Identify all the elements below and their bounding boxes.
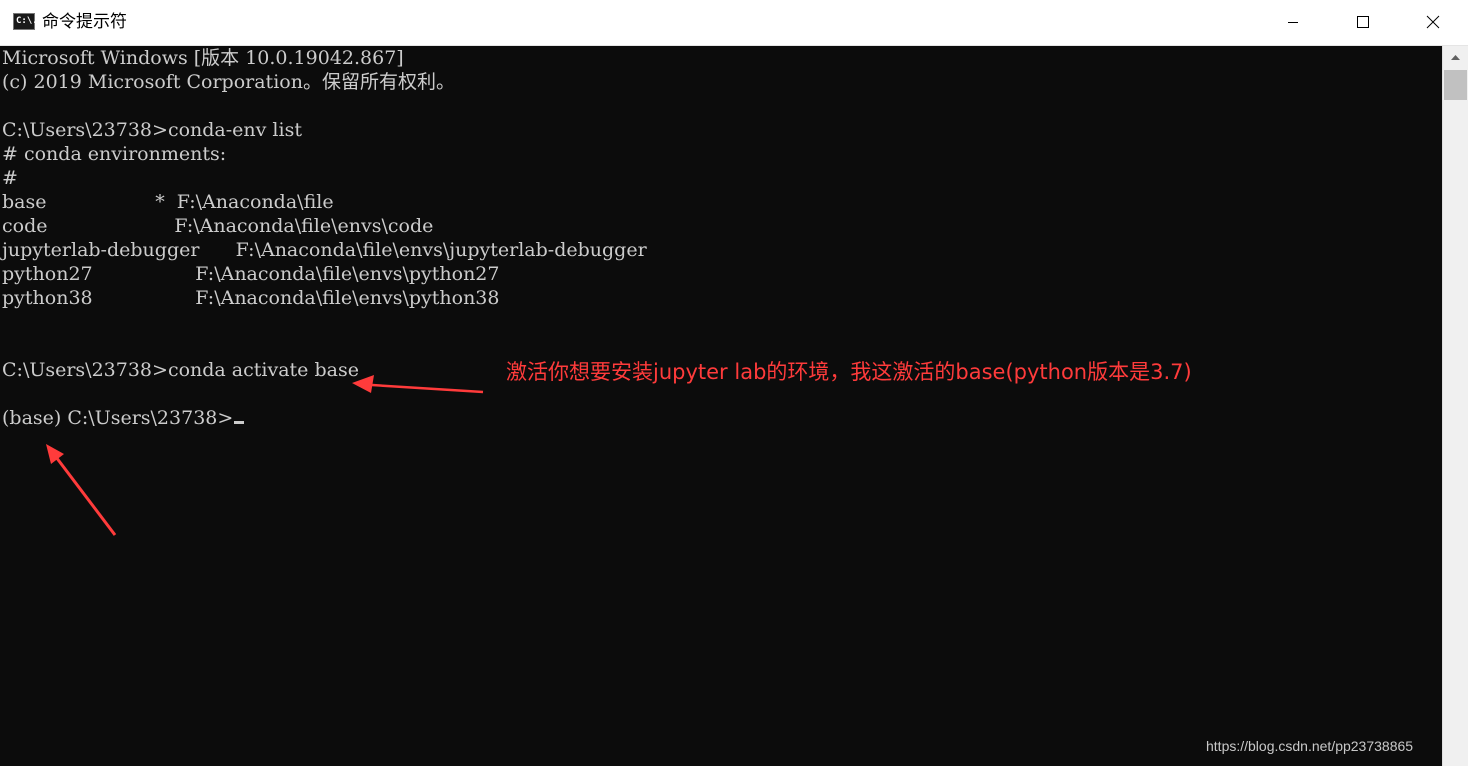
terminal-line: C:\Users\23738>conda-env list [2,119,302,141]
minimize-icon [1288,22,1298,23]
terminal-line: # [2,167,18,189]
minimize-button[interactable] [1258,0,1328,45]
cmd-icon-glyph: C:\. [16,16,38,26]
terminal-line: # conda environments: [2,143,227,165]
watermark-url: https://blog.csdn.net/pp23738865 [1206,738,1414,754]
scroll-up-button[interactable] [1443,46,1468,68]
terminal-prompt: (base) C:\Users\23738> [2,407,234,429]
maximize-icon [1357,16,1369,28]
text-cursor [234,421,245,424]
terminal-line: python38 F:\Anaconda\file\envs\python38 [2,287,500,309]
scroll-up-arrow-icon [1451,55,1460,60]
title-bar[interactable]: C:\. 命令提示符 [0,0,1468,46]
terminal-line: Microsoft Windows [版本 10.0.19042.867] [2,47,404,69]
close-button[interactable] [1398,0,1468,45]
cmd-app-icon[interactable]: C:\. [13,13,38,30]
close-icon [1426,15,1440,29]
terminal-line: jupyterlab-debugger F:\Anaconda\file\env… [2,239,647,261]
window-title: 命令提示符 [42,12,127,32]
annotation-note: 激活你想要安装jupyter lab的环境，我这激活的base(python版本… [506,360,1192,384]
terminal-prompt-line: (base) C:\Users\23738> [2,406,245,430]
terminal-line: python27 F:\Anaconda\file\envs\python27 [2,263,500,285]
maximize-button[interactable] [1328,0,1398,45]
terminal-output[interactable]: Microsoft Windows [版本 10.0.19042.867] (c… [0,46,1442,766]
terminal-line: code F:\Anaconda\file\envs\code [2,215,434,237]
terminal-line: C:\Users\23738>conda activate base [2,359,359,381]
terminal-line: (c) 2019 Microsoft Corporation。保留所有权利。 [2,71,455,93]
terminal-line: base * F:\Anaconda\file [2,191,334,213]
vertical-scrollbar[interactable] [1442,46,1468,766]
scroll-thumb[interactable] [1444,70,1467,100]
